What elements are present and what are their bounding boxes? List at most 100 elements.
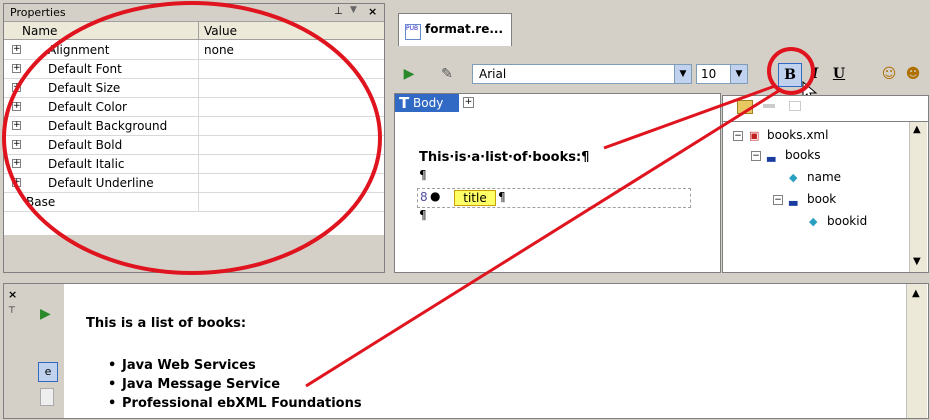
design-text[interactable]: This·is·a·list·of·books:¶ bbox=[419, 150, 589, 165]
property-name: Default Underline bbox=[48, 176, 154, 190]
property-row[interactable]: + Default Bold bbox=[4, 135, 384, 155]
book-list-item: Java Message Service bbox=[108, 377, 280, 392]
add-folder-icon[interactable] bbox=[737, 100, 753, 114]
scroll-up-icon[interactable]: ▲ bbox=[912, 288, 920, 299]
column-divider bbox=[198, 40, 199, 59]
column-divider bbox=[198, 97, 199, 116]
body-tag[interactable]: T Body bbox=[395, 94, 459, 112]
tree-scrollbar[interactable]: ▲ ▼ bbox=[909, 122, 927, 272]
bold-button[interactable]: B bbox=[778, 63, 802, 87]
book-list-item: Professional ebXML Foundations bbox=[108, 396, 362, 411]
expand-icon[interactable]: + bbox=[12, 140, 21, 149]
column-divider[interactable] bbox=[198, 22, 199, 39]
property-name: Default Color bbox=[48, 100, 127, 114]
property-name: Default Font bbox=[48, 62, 122, 76]
collapse-node-icon[interactable]: − bbox=[733, 131, 743, 141]
paragraph-mark: ¶ bbox=[498, 190, 506, 204]
expand-icon[interactable]: + bbox=[12, 45, 21, 54]
format-toolbar: ▶ ✎ Arial ▼ 10 ▼ B I U ☺ ☻ bbox=[388, 59, 927, 103]
column-divider bbox=[198, 59, 199, 78]
property-value[interactable]: none bbox=[204, 43, 234, 57]
preview-scrollbar[interactable]: ▲ bbox=[906, 284, 927, 418]
design-view[interactable]: T Body + This·is·a·list·of·books:¶ ¶ 8 ●… bbox=[394, 93, 721, 273]
expand-icon[interactable]: + bbox=[12, 83, 21, 92]
book-list-item: Java Web Services bbox=[108, 358, 256, 373]
document-tab[interactable]: PUB format.re... bbox=[398, 13, 512, 46]
close-icon[interactable]: × bbox=[368, 5, 377, 18]
xml-file-icon: ▣ bbox=[749, 129, 760, 142]
attribute-icon: ◆ bbox=[809, 215, 818, 228]
font-family-value: Arial bbox=[479, 67, 507, 81]
tree-node-label: book bbox=[807, 192, 837, 206]
body-tag-label: Body bbox=[413, 96, 444, 110]
tree-node-label: bookid bbox=[827, 214, 868, 228]
column-divider bbox=[198, 135, 199, 154]
properties-title: Properties bbox=[10, 6, 66, 19]
spell-check-icon[interactable]: ☺ bbox=[878, 63, 900, 85]
tree-node-label: books.xml bbox=[767, 128, 829, 142]
column-divider bbox=[198, 154, 199, 173]
property-row[interactable]: Base bbox=[4, 192, 384, 212]
font-size-select[interactable]: 10 ▼ bbox=[696, 64, 748, 84]
format-painter-icon[interactable]: ✎ bbox=[436, 63, 458, 85]
properties-empty-area bbox=[4, 235, 384, 272]
collapse-node-icon[interactable]: − bbox=[773, 195, 783, 205]
property-name: Alignment bbox=[48, 43, 110, 57]
expand-icon[interactable]: + bbox=[12, 102, 21, 111]
collapse-icon[interactable] bbox=[789, 101, 801, 111]
text-tag-icon: T bbox=[399, 94, 410, 112]
column-header-value: Value bbox=[204, 24, 237, 38]
underline-button[interactable]: U bbox=[828, 63, 850, 85]
chevron-down-icon[interactable]: ▼ bbox=[730, 65, 747, 83]
close-icon[interactable]: × bbox=[8, 288, 17, 301]
font-size-value: 10 bbox=[701, 67, 717, 81]
property-row[interactable]: + Default Font bbox=[4, 59, 384, 79]
expand-icon[interactable]: + bbox=[12, 64, 21, 73]
expand-icon[interactable]: + bbox=[12, 121, 21, 130]
collapse-node-icon[interactable]: − bbox=[751, 151, 761, 161]
browser-view-icon[interactable]: e bbox=[38, 362, 58, 382]
preview-sidebar: × ⊤ ▶ e bbox=[4, 284, 64, 418]
expand-icon[interactable]: + bbox=[12, 178, 21, 187]
chevron-down-icon[interactable]: ▼ bbox=[674, 65, 691, 83]
font-family-select[interactable]: Arial ▼ bbox=[472, 64, 692, 84]
column-divider bbox=[198, 173, 199, 192]
pin-icon[interactable]: ⊥ bbox=[334, 6, 343, 17]
run-icon[interactable]: ▶ bbox=[398, 63, 420, 85]
pin-icon[interactable]: ⊤ bbox=[8, 306, 16, 316]
property-row[interactable]: + Default Background bbox=[4, 116, 384, 136]
run-icon[interactable]: ▶ bbox=[40, 306, 51, 322]
paragraph-mark: ¶ bbox=[419, 208, 427, 222]
title-tag[interactable]: title bbox=[454, 190, 496, 206]
property-name: Default Background bbox=[48, 119, 168, 133]
property-row[interactable]: + Default Underline bbox=[4, 173, 384, 193]
tree-toolbar bbox=[722, 95, 929, 122]
scroll-up-icon[interactable]: ▲ bbox=[913, 124, 921, 135]
preview-panel: × ⊤ ▶ e This is a list of books: Java We… bbox=[3, 283, 929, 419]
column-divider bbox=[198, 116, 199, 135]
properties-header: Name Value bbox=[4, 22, 384, 40]
scroll-down-icon[interactable]: ▼ bbox=[913, 256, 921, 267]
property-name: Default Size bbox=[48, 81, 121, 95]
find-icon[interactable]: ☻ bbox=[902, 63, 924, 85]
attribute-icon: ◆ bbox=[789, 171, 798, 184]
tree-node-label: books bbox=[785, 148, 821, 162]
dropdown-icon[interactable]: ▼ bbox=[350, 5, 357, 15]
column-divider bbox=[198, 192, 199, 211]
property-name: Default Italic bbox=[48, 157, 125, 171]
preview-heading: This is a list of books: bbox=[86, 316, 247, 331]
title-template-row[interactable]: 8 ● title ¶ bbox=[417, 188, 691, 208]
expand-body-icon[interactable]: + bbox=[463, 97, 474, 108]
property-row[interactable]: + Default Color bbox=[4, 97, 384, 117]
property-name: Default Bold bbox=[48, 138, 123, 152]
expand-icon[interactable]: + bbox=[12, 159, 21, 168]
paragraph-mark: ¶ bbox=[419, 168, 427, 182]
property-row[interactable]: + Alignment none bbox=[4, 40, 384, 60]
column-header-name: Name bbox=[22, 24, 58, 38]
schema-tree: − ▣ books.xml − ▃ books ◆ name − ▃ book ◆ bookid ▲ ▼ bbox=[722, 121, 929, 273]
property-row[interactable]: + Default Italic bbox=[4, 154, 384, 174]
properties-panel: Properties ⊥ ▼ × Name Value + Alignment no… bbox=[3, 3, 385, 273]
remove-icon[interactable] bbox=[763, 104, 775, 108]
property-row[interactable]: + Default Size bbox=[4, 78, 384, 98]
document-view-icon[interactable] bbox=[40, 388, 54, 406]
